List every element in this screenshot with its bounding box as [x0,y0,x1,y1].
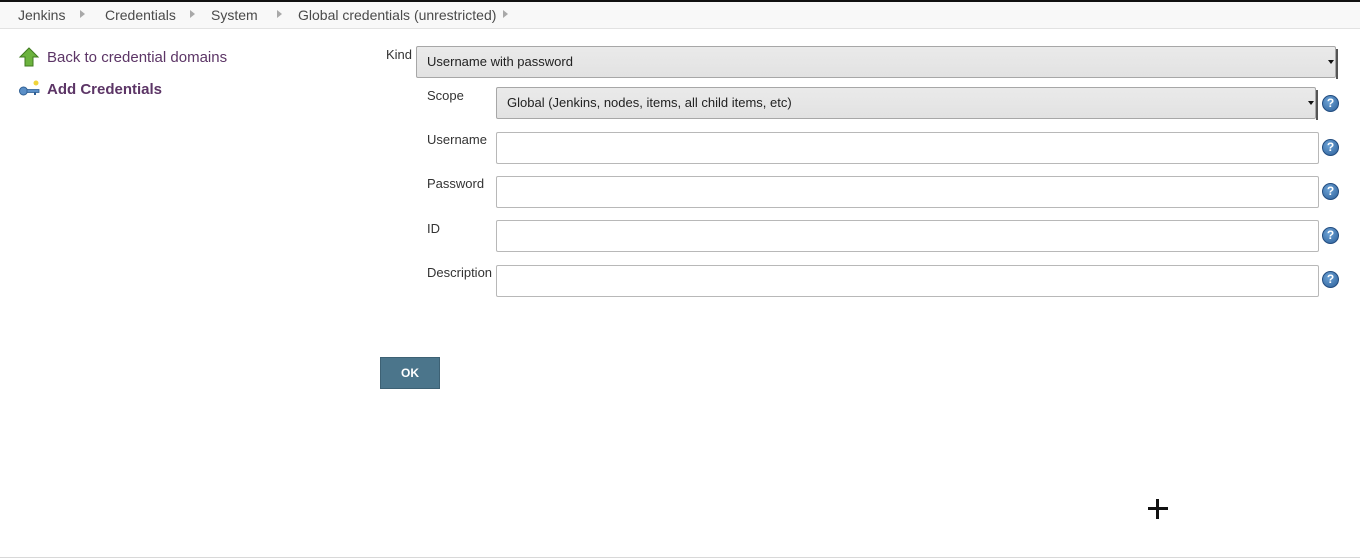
id-label: ID [427,221,440,236]
password-field[interactable] [496,176,1319,208]
help-icon[interactable]: ? [1322,95,1339,112]
select-edge [1316,90,1318,120]
password-label: Password [427,176,485,191]
kind-label: Kind [386,47,413,62]
kind-select[interactable]: Username with password [416,46,1338,79]
description-field[interactable] [496,265,1319,297]
breadcrumb-system[interactable]: System [211,7,258,23]
divider [0,557,1360,558]
help-icon[interactable]: ? [1322,183,1339,200]
chevron-right-icon[interactable] [190,10,195,18]
username-label: Username [427,132,487,147]
chevron-right-icon[interactable] [80,10,85,18]
scope-select[interactable]: Global (Jenkins, nodes, items, all child… [496,87,1318,120]
breadcrumb-credentials[interactable]: Credentials [105,7,176,23]
key-icon [18,78,40,100]
sidebar-item-label: Back to credential domains [47,48,228,66]
scope-label: Scope [427,88,464,103]
breadcrumb-jenkins[interactable]: Jenkins [18,7,65,23]
select-edge [1336,49,1338,79]
sidebar-item-add-credentials[interactable]: Add Credentials [18,78,162,100]
sidebar-item-back-to-credential-domains[interactable]: Back to credential domains [18,46,227,68]
scope-select-value: Global (Jenkins, nodes, items, all child… [507,95,792,110]
description-label: Description [427,265,493,280]
chevron-right-icon[interactable] [277,10,282,18]
crosshair-cursor-icon [1148,499,1168,519]
kind-select-value: Username with password [427,54,573,69]
chevron-right-icon[interactable] [503,10,508,18]
up-arrow-icon [18,46,40,68]
dropdown-arrow-icon [1328,60,1334,64]
breadcrumb-global-credentials[interactable]: Global credentials (unrestricted) [298,7,496,23]
ok-button[interactable]: OK [380,357,440,389]
breadcrumb: Jenkins Credentials System Global creden… [0,2,1360,29]
username-field[interactable] [496,132,1319,164]
help-icon[interactable]: ? [1322,139,1339,156]
help-icon[interactable]: ? [1322,271,1339,288]
id-field[interactable] [496,220,1319,252]
help-icon[interactable]: ? [1322,227,1339,244]
sidebar-item-label: Add Credentials [47,80,163,98]
dropdown-arrow-icon [1308,101,1314,105]
